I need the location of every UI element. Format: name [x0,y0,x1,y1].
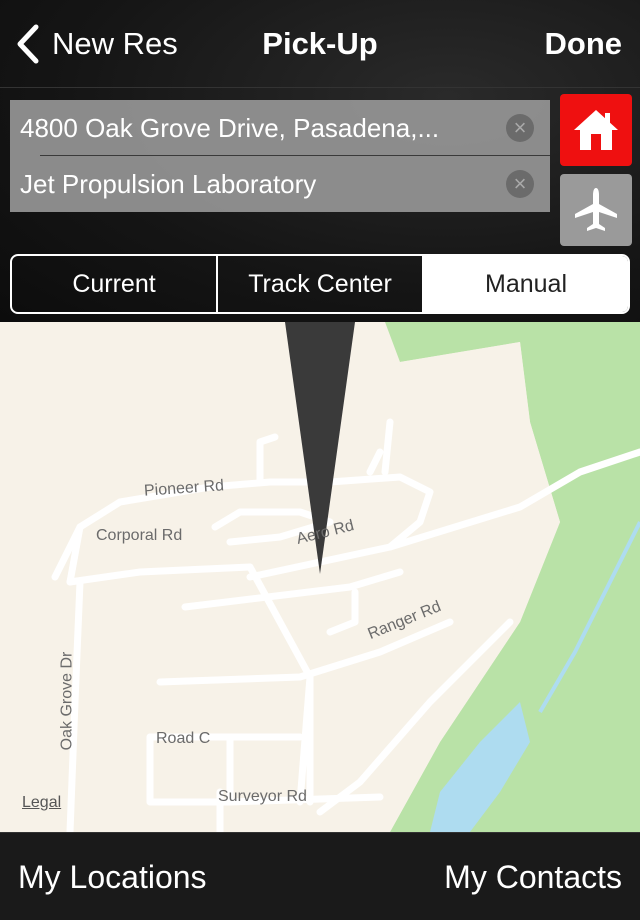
clear-line2-icon[interactable]: × [506,170,534,198]
done-button[interactable]: Done [545,26,623,62]
road-label-corporal: Corporal Rd [96,527,183,544]
address-panel: 4800 Oak Grove Drive, Pasadena,... × Jet… [10,100,550,212]
airplane-icon [575,188,617,231]
home-button[interactable] [560,94,632,166]
my-locations-button[interactable]: My Locations [18,859,207,896]
map-view[interactable]: Pioneer Rd Corporal Rd Aero Rd Ranger Rd… [0,322,640,832]
address-line1-field[interactable]: 4800 Oak Grove Drive, Pasadena,... × [10,100,550,156]
road-label-oak-grove: Oak Grove Dr [58,651,76,751]
airport-button[interactable] [560,174,632,246]
address-line2-field[interactable]: Jet Propulsion Laboratory × [10,156,550,212]
home-icon [574,110,618,150]
bottom-toolbar: My Locations My Contacts [0,832,640,920]
segment-track-center[interactable]: Track Center [218,256,424,312]
header-area: New Res Pick-Up Done 4800 Oak Grove Driv… [0,0,640,322]
address-line2-text: Jet Propulsion Laboratory [20,168,317,199]
road-label-surveyor: Surveyor Rd [218,788,307,805]
segment-manual[interactable]: Manual [424,256,628,312]
segment-current[interactable]: Current [12,256,218,312]
location-mode-control: Current Track Center Manual [10,254,630,314]
my-contacts-button[interactable]: My Contacts [444,859,622,896]
address-line1-text: 4800 Oak Grove Drive, Pasadena,... [20,112,440,143]
map-graphics [51,322,640,832]
road-label-road-c: Road C [156,730,211,747]
legal-link[interactable]: Legal [22,794,61,812]
clear-line1-icon[interactable]: × [506,114,534,142]
navigation-bar: New Res Pick-Up Done [0,0,640,88]
